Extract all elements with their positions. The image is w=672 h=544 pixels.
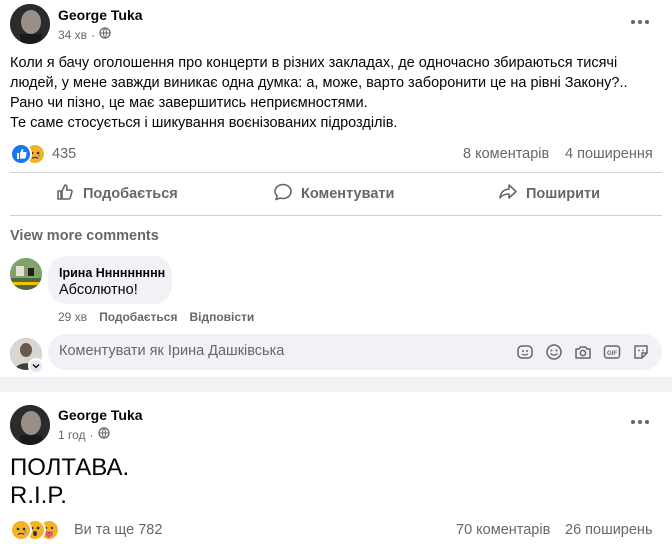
camera-icon[interactable] xyxy=(574,343,592,361)
share-arrow-icon xyxy=(498,182,518,206)
comment-time[interactable]: 29 хв xyxy=(58,310,87,324)
commenter-avatar[interactable] xyxy=(10,258,42,290)
view-more-comments-link[interactable]: View more comments xyxy=(10,228,159,244)
comment-bubble: Ірина Ннннннннн Абсолютно! xyxy=(48,256,172,304)
shares-count[interactable]: 4 поширення xyxy=(565,146,653,162)
post-text-line: Те саме стосується і шикування воєнізова… xyxy=(10,115,398,131)
sad-reaction-icon xyxy=(10,519,32,541)
like-label: Подобається xyxy=(83,186,178,202)
like-reaction-icon xyxy=(10,143,32,165)
post-time[interactable]: 1 год xyxy=(58,428,86,442)
post-time[interactable]: 34 хв xyxy=(58,28,87,42)
share-button[interactable]: Поширити xyxy=(498,176,600,212)
comments-count[interactable]: 8 коментарів xyxy=(463,146,549,162)
emoji-icon[interactable] xyxy=(545,343,563,361)
commenter-name[interactable]: Ірина Ннннннннн xyxy=(59,266,165,280)
avatar-sticker-icon[interactable] xyxy=(516,343,534,361)
more-options-icon[interactable] xyxy=(624,410,656,434)
post-card: George Tuka 34 хв · Коли я бачу оголошен… xyxy=(0,0,672,377)
post-text: Коли я бачу оголошення про концерти в рі… xyxy=(10,53,628,133)
comment-like-link[interactable]: Подобається xyxy=(99,310,177,324)
reactions-summary[interactable] xyxy=(10,519,70,541)
comment-input[interactable]: Коментувати як Ірина Дашківська GIF xyxy=(48,334,662,370)
reaction-text[interactable]: Ви та ще 782 xyxy=(74,522,162,538)
author-name[interactable]: George Tuka xyxy=(58,407,143,423)
globe-icon xyxy=(99,27,111,42)
comment-label: Коментувати xyxy=(301,186,395,202)
post-meta: 1 год · xyxy=(58,427,110,442)
more-options-icon[interactable] xyxy=(624,10,656,34)
svg-text:GIF: GIF xyxy=(607,351,617,357)
divider xyxy=(10,215,662,216)
post-card: George Tuka 1 год · ПОЛТАВА. R.I.P. Ви т… xyxy=(0,392,672,544)
comment-reply-link[interactable]: Відповісти xyxy=(189,310,254,324)
author-avatar[interactable] xyxy=(10,405,50,445)
post-text-line: Рано чи пізно, це має завершитись неприє… xyxy=(10,95,368,111)
post-text-line: ПОЛТАВА. xyxy=(10,454,130,481)
sticker-icon[interactable] xyxy=(632,343,650,361)
post-text-line: людей, у мене завжди виникає одна думка:… xyxy=(10,75,628,91)
shares-count[interactable]: 26 поширень xyxy=(565,522,653,538)
post-text-line: R.I.P. xyxy=(10,482,67,509)
globe-icon xyxy=(97,427,110,442)
reactions-summary[interactable] xyxy=(10,143,50,165)
comment-button[interactable]: Коментувати xyxy=(273,176,394,212)
post-text: ПОЛТАВА. R.I.P. xyxy=(10,454,129,510)
author-avatar[interactable] xyxy=(10,4,50,44)
reaction-count[interactable]: 435 xyxy=(52,146,76,162)
comments-count[interactable]: 70 коментарів xyxy=(456,522,550,538)
comment-text: Абсолютно! xyxy=(59,282,138,298)
post-text-line: Коли я бачу оголошення про концерти в рі… xyxy=(10,55,618,71)
comment-actions: 29 хв Подобається Відповісти xyxy=(58,310,254,324)
like-button[interactable]: Подобається xyxy=(55,176,178,212)
divider xyxy=(10,172,662,173)
thumbs-up-icon xyxy=(55,182,75,206)
gif-icon[interactable]: GIF xyxy=(603,343,621,361)
chevron-down-icon[interactable] xyxy=(28,358,44,374)
comment-bubble-icon xyxy=(273,182,293,206)
comment-input-placeholder: Коментувати як Ірина Дашківська xyxy=(59,343,285,359)
author-name[interactable]: George Tuka xyxy=(58,7,143,23)
post-meta: 34 хв · xyxy=(58,27,111,42)
share-label: Поширити xyxy=(526,186,601,202)
